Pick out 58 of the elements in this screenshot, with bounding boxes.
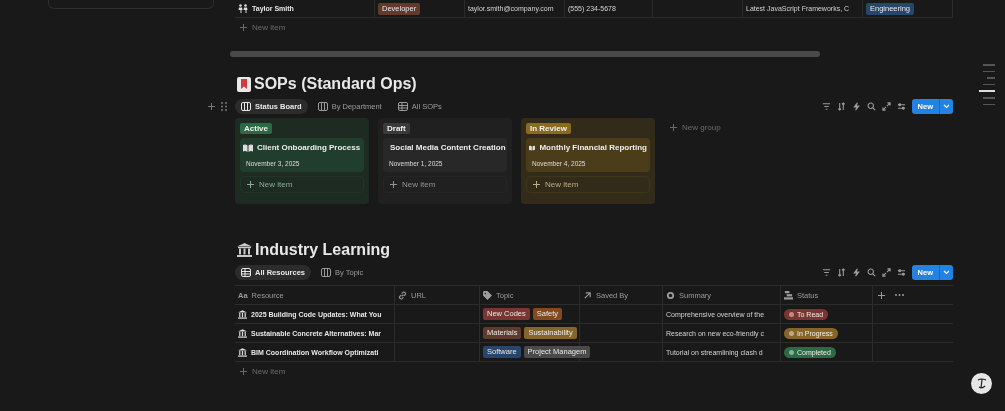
plus-icon — [533, 181, 540, 188]
board-view-icon — [321, 267, 332, 277]
sort-icon[interactable] — [836, 267, 846, 277]
section-title: Industry Learning — [237, 240, 953, 260]
lightning-icon[interactable] — [851, 267, 861, 277]
tag-icon — [483, 290, 492, 300]
arrow-icon — [583, 290, 592, 300]
sliders-icon[interactable] — [896, 267, 906, 277]
classical-building-icon — [237, 243, 252, 257]
filter-icon[interactable] — [821, 101, 831, 111]
group-label: Active — [240, 123, 272, 134]
board-view-icon — [241, 101, 251, 111]
book-icon — [243, 143, 253, 152]
classical-building-icon — [238, 347, 247, 357]
caret-icon — [943, 103, 950, 109]
sort-icon[interactable] — [836, 101, 846, 111]
new-item-button[interactable]: New item — [235, 364, 291, 379]
plus-icon — [878, 291, 885, 299]
group-label: Draft — [383, 123, 410, 134]
circle-icon — [666, 290, 675, 300]
board-view-icon — [317, 101, 328, 111]
filter-icon[interactable] — [821, 267, 831, 277]
card-title: Social Media Content Creation — [390, 143, 506, 152]
new-options-button[interactable] — [939, 98, 953, 114]
people-icon — [238, 4, 248, 13]
plus-icon — [247, 181, 254, 188]
expand-icon[interactable] — [881, 267, 891, 277]
search-icon[interactable] — [866, 101, 876, 111]
classical-building-icon — [238, 309, 247, 319]
plus-icon — [208, 102, 215, 110]
plus-icon — [240, 24, 247, 31]
card-title: Client Onboarding Process — [257, 143, 361, 152]
plus-icon — [240, 368, 247, 375]
new-item-button[interactable]: New item — [383, 176, 507, 193]
card-title: Monthly Financial Reporting — [539, 143, 647, 152]
classical-building-icon — [238, 328, 247, 338]
plus-icon — [390, 181, 397, 188]
plus-icon — [670, 124, 677, 131]
new-item-button[interactable]: New item — [235, 20, 291, 35]
table-view-icon — [397, 101, 408, 111]
status-icon — [784, 290, 793, 300]
new-item-button[interactable]: New item — [526, 176, 650, 193]
expand-icon[interactable] — [881, 101, 891, 111]
help-button[interactable] — [971, 373, 992, 394]
link-icon — [398, 290, 407, 300]
drag-handle-icon[interactable] — [221, 101, 227, 111]
bookmark-icon — [237, 76, 251, 92]
new-group-button[interactable]: New group — [664, 122, 727, 133]
table-view-icon — [241, 267, 251, 277]
new-options-button[interactable] — [939, 264, 953, 280]
section-title: SOPs (Standard Ops) — [237, 74, 953, 94]
sliders-icon[interactable] — [896, 101, 906, 111]
book-icon — [529, 143, 536, 152]
caret-icon — [943, 269, 950, 275]
new-item-button[interactable]: New item — [240, 176, 364, 193]
group-label: In Review — [526, 123, 571, 134]
lightning-icon[interactable] — [851, 101, 861, 111]
search-icon[interactable] — [866, 267, 876, 277]
